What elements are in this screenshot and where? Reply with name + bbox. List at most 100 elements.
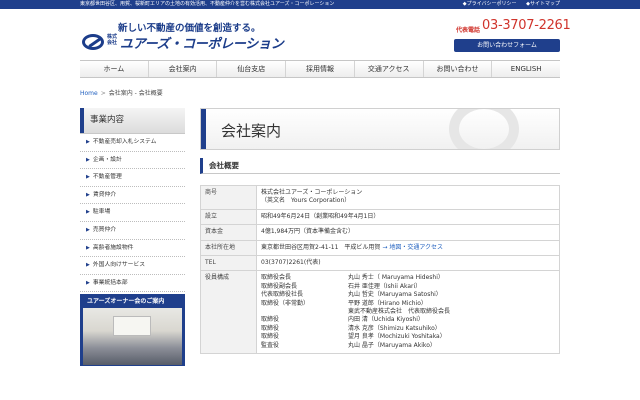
chevron-right-icon: ▶: [86, 244, 90, 251]
sitemap-link[interactable]: ◆サイトマップ: [526, 1, 560, 7]
officer-role: 代表取締役社長: [261, 291, 304, 299]
phone-label: 代表電話: [456, 27, 481, 34]
table-row: 商号 株式会社ユアーズ・コーポレーション （英文名 Yours Corporat…: [200, 185, 560, 210]
officer-role: 取締役（非常勤）: [261, 299, 310, 307]
nav-english[interactable]: ENGLISH: [492, 61, 560, 77]
chevron-right-icon: ▶: [86, 209, 90, 216]
sidebar-item-management[interactable]: ▶ 不動産管理: [80, 169, 185, 187]
table-row: TEL 03(3707)2261(代表): [200, 255, 560, 272]
officer-role: 取締役: [261, 333, 280, 341]
table-row: 役員構成 取締役会長 丸山 秀士（ Maruyama Hideshi） 取締役副会…: [200, 270, 560, 354]
sidebar-item-planning[interactable]: ▶ 企画・設計: [80, 152, 185, 170]
officer-entry: 代表取締役社長 丸山 哲史（Maruyama Satoshi）: [261, 291, 555, 299]
sidebar-item-sales[interactable]: ▶ 売買仲介: [80, 222, 185, 240]
officer-name: 清水 克彦（Shimizu Katsuhiko）: [348, 324, 441, 332]
address-value: 東京都世田谷区用賀2-41-11 平成ビル用賀: [261, 243, 381, 251]
table-row: 設立 昭和49年6月24日（創業昭和49年4月1日）: [200, 208, 560, 226]
nav-home[interactable]: ホーム: [80, 61, 149, 77]
officer-name: 石井 亜佳理（Ishii Akari）: [348, 282, 422, 290]
officer-entry: 取締役 望月 良孝（Mochizuki Yoshitaka）: [261, 333, 555, 341]
officer-role: 取締役会長: [261, 274, 292, 282]
nav-access[interactable]: 交通アクセス: [355, 61, 424, 77]
nav-company[interactable]: 会社案内: [149, 61, 218, 77]
company-logo-icon: [82, 34, 104, 50]
officer-entry: 取締役 内田 清（Uchida Kiyoshi）: [261, 316, 555, 324]
chevron-right-icon: ▶: [86, 156, 90, 163]
row-value: 03(3707)2261(代表): [256, 255, 560, 272]
sidebar-item-label: 外国人向けサービス: [92, 262, 146, 269]
officer-name: 内田 清（Uchida Kiyoshi）: [348, 316, 424, 324]
title-accent-bar: [201, 109, 206, 149]
sidebar-menu: ▶ 不動産売却入札システム ▶ 企画・設計 ▶ 不動産管理 ▶ 賃貸仲介 ▶ 駐車場 ▶ 売…: [80, 133, 185, 293]
privacy-policy-link[interactable]: ◆プライバシーポリシー: [463, 1, 517, 7]
sidebar-item-label: 高齢者施設物件: [92, 244, 134, 251]
chevron-right-icon: ▶: [86, 279, 90, 286]
sidebar-item-rental[interactable]: ▶ 賃貸仲介: [80, 187, 185, 205]
owner-association-banner[interactable]: ユアーズオーナー会のご案内: [80, 294, 185, 367]
row-value: 株式会社ユアーズ・コーポレーション （英文名 Yours Corporation…: [256, 185, 560, 210]
utility-links: ◆プライバシーポリシー ◆サイトマップ: [455, 0, 560, 9]
sidebar-item-label: 不動産売却入札システム: [92, 139, 157, 145]
breadcrumb-separator: >: [100, 90, 106, 97]
chevron-right-icon: ▶: [86, 226, 90, 233]
site-logo[interactable]: 新しい不動産の価値を創造する。 株式会社 ユアーズ・コーポレーション: [80, 18, 284, 56]
map-access-link[interactable]: → 地図・交通アクセス: [382, 244, 443, 251]
breadcrumb: Home > 会社案内 - 会社概要: [80, 88, 163, 97]
nav-recruit[interactable]: 採用情報: [286, 61, 355, 77]
nav-contact[interactable]: お問い合わせ: [424, 61, 493, 77]
global-nav: ホーム 会社案内 仙台支店 採用情報 交通アクセス お問い合わせ ENGLISH: [80, 60, 560, 78]
phone-number[interactable]: 03-3707-2261: [482, 18, 571, 33]
officer-entry: 取締役副会長 石井 亜佳理（Ishii Akari）: [261, 283, 555, 291]
owner-banner-title: ユアーズオーナー会のご案内: [87, 298, 165, 306]
officer-name: 丸山 哲史（Maruyama Satoshi）: [348, 291, 442, 299]
officer-entry: 監査役 丸山 晶子（Maruyama Akiko）: [261, 342, 555, 350]
sidebar-item-label: 企画・設計: [92, 156, 122, 163]
officer-role: 監査役: [261, 341, 280, 349]
chevron-right-icon: ▶: [86, 191, 90, 198]
officer-name: 丸山 秀士（ Maruyama Hideshi）: [348, 274, 444, 282]
row-label: 役員構成: [200, 270, 257, 354]
top-info-bar: 東京都世田谷区、用賀、桜新町エリアの土地の有効活用、不動産仲介を営む株式会社ユア…: [0, 0, 640, 9]
officer-entry: 取締役会長 丸山 秀士（ Maruyama Hideshi）: [261, 274, 555, 282]
officer-role: 取締役: [261, 324, 280, 332]
officer-entry: 取締役 清水 克彦（Shimizu Katsuhiko）: [261, 325, 555, 333]
sidebar-item-label: 事業統括本部: [92, 279, 128, 286]
row-label: 本社所在地: [200, 239, 257, 257]
breadcrumb-home[interactable]: Home: [80, 90, 98, 97]
projector-screen: [113, 316, 151, 337]
officer-name: 望月 良孝（Mochizuki Yoshitaka）: [348, 333, 446, 341]
sidebar-item-label: 賃貸仲介: [92, 191, 117, 198]
nav-sendai-branch[interactable]: 仙台支店: [217, 61, 287, 77]
sidebar-item-auction[interactable]: ▶ 不動産売却入札システム: [80, 134, 185, 152]
officers-list: 取締役会長 丸山 秀士（ Maruyama Hideshi） 取締役副会長 石井 亜…: [256, 270, 560, 354]
row-label: 資本金: [200, 224, 257, 241]
breadcrumb-current: 会社案内 - 会社概要: [108, 90, 163, 97]
site-description: 東京都世田谷区、用賀、桜新町エリアの土地の有効活用、不動産仲介を営む株式会社ユア…: [80, 1, 335, 7]
row-label: TEL: [200, 255, 257, 272]
sidebar-item-senior[interactable]: ▶ 高齢者施設物件: [80, 240, 185, 258]
sidebar-item-label: 不動産管理: [92, 174, 122, 181]
chevron-right-icon: ▶: [86, 262, 90, 269]
officer-name: 平野 道郎（Hirano Michio）: [348, 299, 427, 307]
sidebar-heading: 事業内容: [80, 108, 185, 133]
chevron-right-icon: ▶: [86, 174, 90, 181]
sidebar-item-headquarters[interactable]: ▶ 事業統括本部: [80, 275, 185, 293]
sidebar-item-foreigner[interactable]: ▶ 外国人向けサービス: [80, 257, 185, 275]
sidebar-item-parking[interactable]: ▶ 駐車場: [80, 204, 185, 222]
section-heading: 会社概要: [200, 158, 560, 174]
table-row: 本社所在地 東京都世田谷区用賀2-41-11 平成ビル用賀 → 地図・交通アクセス: [200, 239, 560, 257]
table-row: 資本金 4億1,984万円（資本準備金含む）: [200, 224, 560, 241]
row-value: 昭和49年6月24日（創業昭和49年4月1日）: [256, 208, 560, 226]
row-value: 東京都世田谷区用賀2-41-11 平成ビル用賀 → 地図・交通アクセス: [256, 239, 560, 257]
tagline: 新しい不動産の価値を創造する。: [118, 23, 261, 34]
row-value: 4億1,984万円（資本準備金含む）: [256, 224, 560, 241]
row-label: 商号: [200, 185, 257, 210]
officer-name: 丸山 晶子（Maruyama Akiko）: [348, 341, 436, 349]
page-title: 会社案内: [221, 122, 282, 140]
main-content: 会社案内 会社概要 商号 株式会社ユアーズ・コーポレーション （英文名 Your…: [200, 108, 560, 354]
seminar-photo: [83, 308, 182, 366]
officer-role: 取締役: [261, 316, 280, 324]
officer-role: 取締役副会長: [261, 282, 298, 290]
row-label: 設立: [200, 208, 257, 226]
contact-form-button[interactable]: お問い合わせフォーム: [454, 39, 560, 52]
